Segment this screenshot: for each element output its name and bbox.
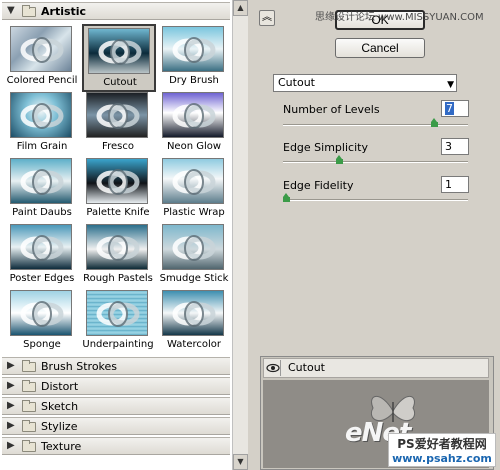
collapsed-triangle-icon: ▶ — [7, 420, 15, 431]
filter-thumbnail-label: Rough Pastels — [83, 273, 153, 284]
filter-preview-image — [86, 92, 148, 138]
filter-preview-image — [10, 26, 72, 72]
vertical-scrollbar[interactable]: ▲ ▼ — [232, 0, 248, 470]
filter-preview-image — [86, 224, 148, 270]
folder-icon — [22, 420, 36, 432]
filter-preview-image — [162, 26, 224, 72]
site-tag-name: PS爱好者教程网 — [397, 437, 487, 451]
category-label: Artistic — [41, 5, 87, 18]
filter-thumbnail-rough-pastels[interactable]: Rough Pastels — [82, 222, 156, 290]
number-of-levels-slider-thumb[interactable] — [431, 118, 439, 127]
folder-icon — [22, 400, 36, 412]
filter-thumbnail-label: Colored Pencil — [6, 75, 78, 86]
filter-thumbnail-label: Paint Daubs — [12, 207, 72, 218]
filter-thumbnail-neon-glow[interactable]: Neon Glow — [158, 90, 232, 158]
category-label: Brush Strokes — [41, 360, 118, 373]
eye-icon[interactable] — [265, 360, 281, 376]
folder-icon — [22, 360, 36, 372]
filter-thumbnail-label: Smudge Stick — [159, 273, 229, 284]
collapsed-triangle-icon: ▶ — [7, 380, 15, 391]
edge-simplicity-slider[interactable] — [283, 161, 468, 163]
expanded-triangle-icon: ▼ — [7, 5, 15, 16]
filter-preview-image — [162, 92, 224, 138]
folder-icon — [22, 5, 36, 17]
filter-thumbnail-underpainting[interactable]: Underpainting — [82, 288, 156, 356]
filter-thumbnail-colored-pencil[interactable]: Colored Pencil — [6, 24, 80, 92]
category-stylize[interactable]: ▶ Stylize — [2, 417, 230, 435]
category-texture[interactable]: ▶ Texture — [2, 437, 230, 455]
filter-preview-image — [88, 28, 150, 74]
filter-thumbnail-sponge[interactable]: Sponge — [6, 288, 80, 356]
filter-preview-image — [10, 92, 72, 138]
filter-thumbnail-label: Fresco — [102, 141, 134, 152]
filter-preview-image — [86, 158, 148, 204]
edge-fidelity-input[interactable]: 1 — [441, 176, 469, 193]
collapsed-triangle-icon: ▶ — [7, 400, 15, 411]
filter-thumbnail-smudge-stick[interactable]: Smudge Stick — [158, 222, 232, 290]
folder-icon — [22, 440, 36, 452]
filter-thumbnail-label: Palette Knife — [86, 207, 150, 218]
filter-preview-image — [10, 158, 72, 204]
number-of-levels-label: Number of Levels — [283, 103, 380, 116]
filter-thumbnail-plastic-wrap[interactable]: Plastic Wrap — [158, 156, 232, 224]
edge-fidelity-label: Edge Fidelity — [283, 179, 354, 192]
filter-thumbnail-dry-brush[interactable]: Dry Brush — [158, 24, 232, 92]
category-brush-strokes[interactable]: ▶ Brush Strokes — [2, 357, 230, 375]
category-label: Stylize — [41, 420, 78, 433]
filter-thumbnail-palette-knife[interactable]: Palette Knife — [82, 156, 156, 224]
folder-icon — [22, 380, 36, 392]
filter-thumbnail-watercolor[interactable]: Watercolor — [158, 288, 232, 356]
filter-thumbnail-label: Watercolor — [167, 339, 221, 350]
filter-preview-image — [162, 290, 224, 336]
filter-preview-image — [10, 224, 72, 270]
number-of-levels-value: 7 — [445, 102, 454, 115]
edge-simplicity-input[interactable]: 3 — [441, 138, 469, 155]
filter-dropdown-value: Cutout — [278, 76, 315, 89]
filter-thumbnail-cutout[interactable]: Cutout — [82, 24, 156, 92]
filter-thumbnail-label: Underpainting — [82, 339, 154, 350]
edge-simplicity-slider-thumb[interactable] — [336, 155, 344, 164]
filter-preview-image — [162, 224, 224, 270]
site-watermark: 思缘设计论坛 www.MISSYUAN.COM — [315, 12, 484, 23]
filter-thumbnail-label: Film Grain — [16, 141, 68, 152]
number-of-levels-input[interactable]: 7 — [441, 100, 469, 117]
dropdown-arrow-icon: ▼ — [447, 80, 454, 90]
filter-dropdown[interactable]: Cutout ▼ — [273, 74, 457, 92]
edge-fidelity-slider-thumb[interactable] — [283, 193, 290, 202]
filter-thumbnail-label: Dry Brush — [169, 75, 219, 86]
filter-thumbnail-poster-edges[interactable]: Poster Edges — [6, 222, 80, 290]
site-tag: PS爱好者教程网 www.psahz.com — [388, 433, 496, 467]
category-sketch[interactable]: ▶ Sketch — [2, 397, 230, 415]
category-label: Texture — [41, 440, 82, 453]
filter-thumbnail-label: Plastic Wrap — [163, 207, 225, 218]
scroll-down-arrow-icon[interactable]: ▼ — [233, 454, 248, 470]
effect-layer-label: Cutout — [288, 361, 325, 374]
filter-thumbnail-label: Poster Edges — [9, 273, 75, 284]
edge-fidelity-slider[interactable] — [283, 199, 468, 201]
filter-preview-image — [162, 158, 224, 204]
category-artistic[interactable]: ▼ Artistic — [2, 2, 230, 20]
filter-thumbnail-label: Sponge — [23, 339, 61, 350]
filter-thumbnail-label: Cutout — [103, 77, 137, 88]
filter-thumbnail-paint-daubs[interactable]: Paint Daubs — [6, 156, 80, 224]
edge-simplicity-label: Edge Simplicity — [283, 141, 368, 154]
filter-thumbnail-film-grain[interactable]: Film Grain — [6, 90, 80, 158]
category-label: Distort — [41, 380, 79, 393]
collapsed-triangle-icon: ▶ — [7, 440, 15, 451]
category-distort[interactable]: ▶ Distort — [2, 377, 230, 395]
filter-preview-image — [86, 290, 148, 336]
double-chevron-up-icon: ︽ — [262, 12, 272, 23]
collapsed-triangle-icon: ▶ — [7, 360, 15, 371]
filter-preview-image — [10, 290, 72, 336]
scroll-up-arrow-icon[interactable]: ▲ — [233, 0, 248, 16]
collapse-gallery-button[interactable]: ︽ — [259, 10, 275, 26]
filter-gallery-panel: ▼ Artistic Colored Pencil Cutout Dry Brush… — [0, 0, 248, 470]
filter-thumbnail-label: Neon Glow — [166, 141, 222, 152]
site-tag-url: www.psahz.com — [392, 452, 492, 465]
category-label: Sketch — [41, 400, 79, 413]
cancel-button[interactable]: Cancel — [335, 38, 425, 58]
number-of-levels-slider[interactable] — [283, 124, 468, 126]
filter-thumbnail-fresco[interactable]: Fresco — [82, 90, 156, 158]
